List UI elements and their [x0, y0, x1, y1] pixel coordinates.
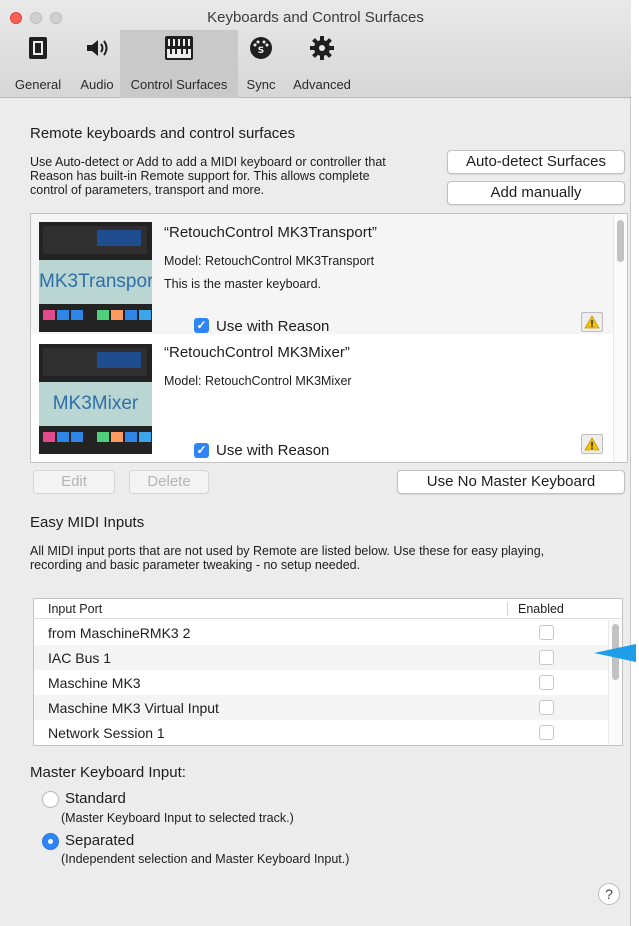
- input-port-name: from MaschineRMK3 2: [48, 625, 191, 641]
- svg-text:S: S: [258, 46, 264, 56]
- tab-advanced-label: Advanced: [293, 77, 351, 92]
- enabled-checkbox[interactable]: [539, 675, 554, 690]
- column-enabled[interactable]: Enabled: [518, 602, 564, 616]
- control-surface-list[interactable]: MK3Transport “RetouchControl MK3Transpor…: [30, 213, 628, 463]
- warning-icon: [584, 315, 600, 329]
- standard-radio-label[interactable]: Standard: [65, 790, 126, 807]
- tab-sync[interactable]: S Sync: [240, 30, 282, 98]
- enabled-checkbox[interactable]: [539, 650, 554, 665]
- input-port-name: Maschine MK3: [48, 675, 141, 691]
- table-row[interactable]: Network Session 1: [34, 720, 608, 745]
- separated-radio-description: (Independent selection and Master Keyboa…: [61, 852, 350, 866]
- use-with-reason-label: Use with Reason: [216, 442, 330, 459]
- tab-control-surfaces-label: Control Surfaces: [130, 77, 228, 92]
- standard-radio[interactable]: [42, 791, 59, 808]
- speaker-icon: [87, 40, 108, 56]
- easy-midi-heading: Easy MIDI Inputs: [30, 514, 145, 531]
- surface-master-note: This is the master keyboard.: [164, 277, 322, 291]
- use-with-reason-checkbox[interactable]: ✓: [194, 318, 209, 333]
- midi-input-table[interactable]: Input Port Enabled from MaschineRMK3 2 I…: [33, 598, 623, 746]
- easy-midi-description-line-2: recording and basic parameter tweaking -…: [30, 558, 361, 572]
- separated-radio[interactable]: [42, 833, 59, 850]
- surface-list-scroll-thumb[interactable]: [617, 220, 624, 262]
- tab-general[interactable]: General: [14, 30, 62, 98]
- enabled-checkbox[interactable]: [539, 700, 554, 715]
- warning-icon: [584, 437, 600, 451]
- surface-model: Model: RetouchControl MK3Mixer: [164, 374, 352, 388]
- tab-audio-label: Audio: [80, 77, 114, 92]
- table-row[interactable]: from MaschineRMK3 2: [34, 620, 608, 645]
- use-no-master-keyboard-button[interactable]: Use No Master Keyboard: [397, 470, 625, 494]
- enabled-checkbox[interactable]: [539, 725, 554, 740]
- master-input-heading: Master Keyboard Input:: [30, 764, 186, 781]
- surface-name: “RetouchControl MK3Transport”: [164, 224, 377, 241]
- standard-radio-description: (Master Keyboard Input to selected track…: [61, 811, 294, 825]
- use-with-reason-checkbox[interactable]: ✓: [194, 443, 209, 458]
- input-port-name: IAC Bus 1: [48, 650, 112, 666]
- sync-midi-icon: S: [250, 37, 272, 59]
- surface-thumbnail-label: MK3Transport: [39, 260, 152, 304]
- midi-table-scrollbar[interactable]: [608, 620, 622, 745]
- surface-thumbnail: MK3Mixer: [39, 344, 152, 454]
- mixer-keyboard-icon: [165, 36, 193, 60]
- surface-model: Model: RetouchControl MK3Transport: [164, 254, 375, 268]
- surface-name: “RetouchControl MK3Mixer”: [164, 344, 350, 361]
- separated-radio-label[interactable]: Separated: [65, 832, 134, 849]
- preferences-window: Keyboards and Control Surfaces General A…: [0, 0, 636, 926]
- general-icon: [29, 37, 47, 59]
- surface-item[interactable]: MK3Transport “RetouchControl MK3Transpor…: [31, 214, 615, 335]
- remote-description-line-3: control of parameters, transport and mor…: [30, 183, 265, 197]
- pointer-arrow: [594, 644, 636, 662]
- table-row[interactable]: IAC Bus 1: [34, 645, 608, 670]
- tab-advanced[interactable]: Advanced: [288, 30, 356, 98]
- surface-list-scrollbar[interactable]: [613, 214, 627, 462]
- column-input-port[interactable]: Input Port: [48, 602, 102, 616]
- use-with-reason-label: Use with Reason: [216, 318, 330, 335]
- surface-thumbnail-label: MK3Mixer: [39, 382, 152, 426]
- tab-control-surfaces[interactable]: Control Surfaces: [120, 30, 238, 98]
- enabled-checkbox[interactable]: [539, 625, 554, 640]
- edit-button[interactable]: Edit: [33, 470, 115, 494]
- tab-general-label: General: [14, 77, 62, 92]
- tab-sync-label: Sync: [246, 77, 276, 92]
- warning-button[interactable]: [581, 434, 603, 454]
- easy-midi-description-line-1: All MIDI input ports that are not used b…: [30, 544, 545, 558]
- table-row[interactable]: Maschine MK3 Virtual Input: [34, 695, 608, 720]
- surface-item[interactable]: MK3Mixer “RetouchControl MK3Mixer” Model…: [31, 336, 615, 459]
- remote-description-line-2: Reason has built-in Remote support for. …: [30, 169, 370, 183]
- tab-audio[interactable]: Audio: [76, 30, 118, 98]
- table-row[interactable]: Maschine MK3: [34, 670, 608, 695]
- input-port-name: Network Session 1: [48, 725, 165, 741]
- title-bar: Keyboards and Control Surfaces General A…: [0, 0, 631, 98]
- add-manually-button[interactable]: Add manually: [447, 181, 625, 205]
- midi-table-header: Input Port Enabled: [34, 599, 622, 619]
- remote-heading: Remote keyboards and control surfaces: [30, 125, 296, 142]
- gear-icon: [310, 36, 334, 60]
- auto-detect-surfaces-button[interactable]: Auto-detect Surfaces: [447, 150, 625, 174]
- input-port-name: Maschine MK3 Virtual Input: [48, 700, 219, 716]
- delete-button[interactable]: Delete: [129, 470, 209, 494]
- remote-description-line-1: Use Auto-detect or Add to add a MIDI key…: [30, 155, 386, 169]
- window-title: Keyboards and Control Surfaces: [207, 9, 424, 26]
- warning-button[interactable]: [581, 312, 603, 332]
- help-button[interactable]: ?: [598, 883, 620, 905]
- surface-thumbnail: MK3Transport: [39, 222, 152, 332]
